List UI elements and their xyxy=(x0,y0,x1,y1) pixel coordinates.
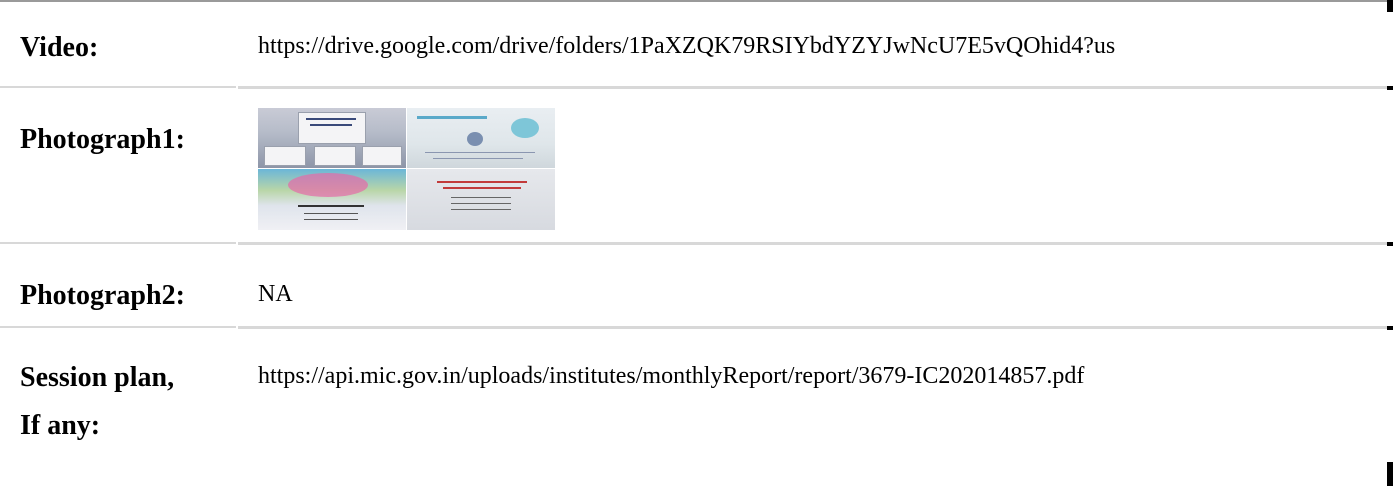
session-plan-label-line2: If any: xyxy=(20,410,101,441)
row-divider xyxy=(238,242,1387,245)
right-edge-mark-2 xyxy=(1387,86,1393,90)
photograph2-value: NA xyxy=(258,281,293,307)
row-divider xyxy=(0,86,236,88)
row-divider xyxy=(238,86,1387,89)
photo-thumb-students-details xyxy=(258,169,406,230)
photograph1-image[interactable] xyxy=(258,108,555,230)
photo-thumb-slide-title xyxy=(258,108,406,168)
photograph2-label: Photograph2: xyxy=(20,280,185,311)
photo-thumb-soil-pollution xyxy=(407,169,555,230)
top-rule xyxy=(0,0,1387,2)
right-edge-mark-4 xyxy=(1387,326,1393,330)
photograph1-label: Photograph1: xyxy=(20,124,185,155)
video-link[interactable]: https://drive.google.com/drive/folders/1… xyxy=(258,30,1389,62)
right-edge-mark-5 xyxy=(1387,462,1393,486)
row-divider xyxy=(0,326,236,328)
video-label: Video: xyxy=(20,32,99,63)
session-plan-label-line1: Session plan, xyxy=(20,362,175,393)
session-plan-link[interactable]: https://api.mic.gov.in/uploads/institute… xyxy=(258,360,1378,392)
right-edge-mark-1 xyxy=(1387,0,1393,12)
row-divider xyxy=(0,242,236,244)
row-divider xyxy=(238,326,1387,329)
photo-thumb-pollution-control xyxy=(407,108,555,168)
right-edge-mark-3 xyxy=(1387,242,1393,246)
